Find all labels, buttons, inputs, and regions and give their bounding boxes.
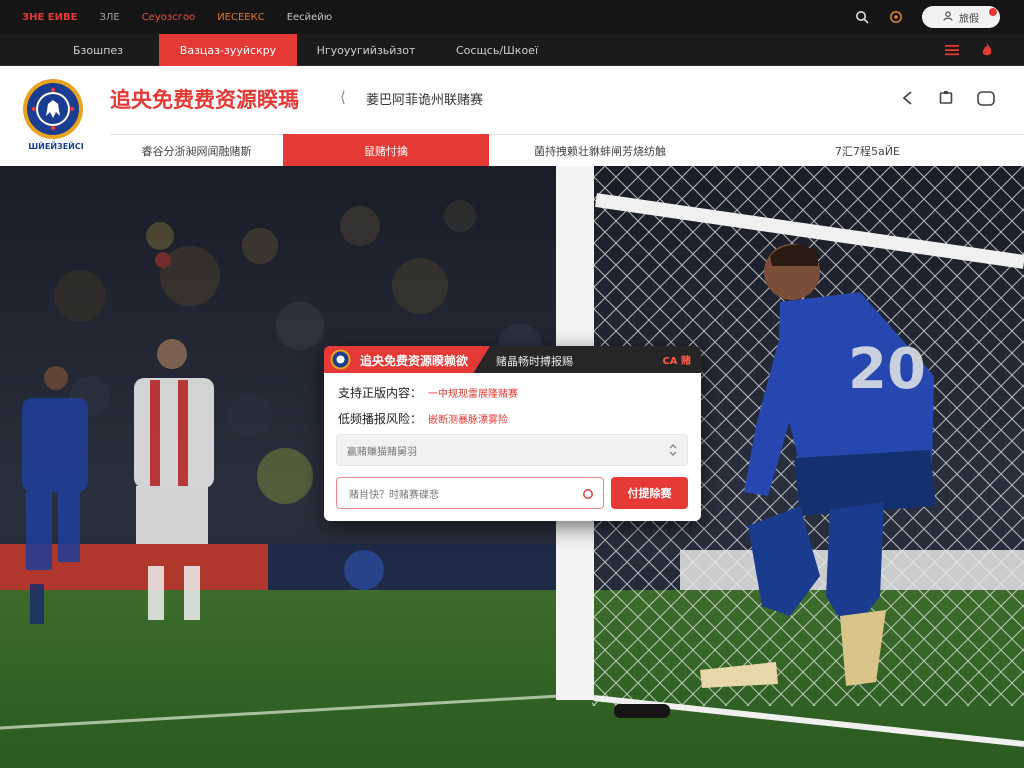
submit-button[interactable]: 付提除赛: [611, 477, 688, 509]
search-icon[interactable]: [854, 9, 870, 25]
text-input[interactable]: 赌肖快？时赌赛碟悲: [336, 477, 604, 509]
flame-icon[interactable]: [980, 42, 994, 62]
header-actions: [900, 90, 996, 112]
option-select[interactable]: 赢赌賺猫赌舅羽: [336, 434, 688, 466]
info-dialog: 追央免费资源睽赖欲 赌晶畅时搏报赐 СА 赌 支持正版内容： 一中规现雷展隆赌赛 …: [324, 346, 701, 521]
svg-text:20: 20: [848, 337, 926, 402]
subnav-tab-3[interactable]: 菌持拽赖壮貅蚌闸芳烧纺触: [489, 134, 711, 166]
site-title: 追央免费费资源睽瑪: [110, 88, 299, 112]
back-icon[interactable]: [900, 90, 916, 112]
top-link-4[interactable]: Еесйейю: [287, 12, 333, 23]
title-separator: ⟨: [340, 88, 346, 106]
top-link-1[interactable]: ЗЛЕ: [99, 12, 119, 23]
row1-value: 一中规现雷展隆赌赛: [428, 389, 519, 400]
sub-nav: 睿谷分浙昶网闻融赌斯 鼠赌忖擒 菌持拽赖壮貅蚌闸芳烧纺触 7汇7程5аЙЕ: [110, 134, 1024, 166]
dialog-row-1: 支持正版内容： 一中规现雷展隆赌赛: [338, 384, 518, 401]
top-link-2[interactable]: Сеуозсгоо: [142, 12, 195, 23]
login-label: 旅假: [959, 13, 979, 25]
nav-tab-3[interactable]: Нгуоуугийзьйзот: [300, 34, 432, 66]
dialog-badge: СА 赌: [662, 356, 691, 367]
nav-tab-2[interactable]: Вазцаз-зууйскру: [159, 34, 297, 66]
subnav-tab-1[interactable]: 睿谷分浙昶网闻融赌斯: [110, 134, 283, 166]
notification-dot: [989, 8, 997, 16]
subnav-tab-4[interactable]: 7汇7程5аЙЕ: [711, 134, 1024, 166]
main-nav: Бзошпез Вазцаз-зууйскру Нгуоуугийзьйзот …: [0, 34, 1024, 66]
bookmark-icon[interactable]: [938, 90, 954, 112]
row2-label: 低频播报风险：: [338, 412, 423, 426]
chevron-updown-icon: [669, 444, 677, 459]
nav-tab-1[interactable]: Бзошпез: [40, 34, 156, 66]
subnav-tab-2[interactable]: 鼠赌忖擒: [283, 134, 489, 166]
input-placeholder: 赌肖快？时赌赛碟悲: [349, 489, 439, 501]
crest-caption: ШЙЕЙЗЕЙСІ: [28, 142, 84, 151]
top-actions: 旅假: [854, 6, 1000, 28]
site-header: ШЙЕЙЗЕЙСІ 追央免费费资源睽瑪 ⟨ 菨巴阿菲诡州联赌赛 睿谷分浙昶网闻融…: [0, 66, 1024, 166]
top-link-3[interactable]: ИЕСЕЕКС: [217, 12, 265, 23]
top-bar: ЗНЕ ЕИВЕ ЗЛЕ Сеуозсгоо ИЕСЕЕКС Еесйейю 旅…: [0, 0, 1024, 34]
club-crest-logo[interactable]: [22, 78, 84, 140]
dialog-title: 追央免费资源睽赖欲: [360, 354, 469, 368]
top-links: ЗНЕ ЕИВЕ ЗЛЕ Сеуозсгоо ИЕСЕЕКС Еесйейю: [0, 12, 332, 23]
dialog-row-2: 低频播报风险： 嵌断测暴脉漂雾险: [338, 410, 508, 427]
settings-icon[interactable]: [888, 9, 904, 25]
chat-icon[interactable]: [976, 90, 996, 112]
dialog-subtitle: 赌晶畅时搏报赐: [496, 355, 573, 368]
select-placeholder: 赢赌賺猫赌舅羽: [347, 446, 417, 458]
hero-banner: 20 追央免费资源睽赖欲 赌晶畅时搏报赐 СА 赌 支持正版内容： 一中规现雷展隆…: [0, 166, 1024, 768]
row1-label: 支持正版内容：: [338, 386, 423, 400]
user-icon: [943, 10, 953, 24]
refresh-ring-icon[interactable]: [582, 488, 594, 503]
dialog-header: 追央免费资源睽赖欲 赌晶畅时搏报赐 СА 赌: [324, 346, 701, 373]
site-brand[interactable]: ЗНЕ ЕИВЕ: [22, 12, 77, 23]
dialog-crest-icon: [330, 349, 351, 370]
row2-value: 嵌断测暴脉漂雾险: [428, 415, 509, 426]
menu-icon[interactable]: [944, 42, 960, 61]
site-subtitle: 菨巴阿菲诡州联赌赛: [366, 93, 484, 108]
nav-tab-4[interactable]: Сосщсь/Шкоеї: [436, 34, 558, 66]
login-button[interactable]: 旅假: [922, 6, 1000, 28]
